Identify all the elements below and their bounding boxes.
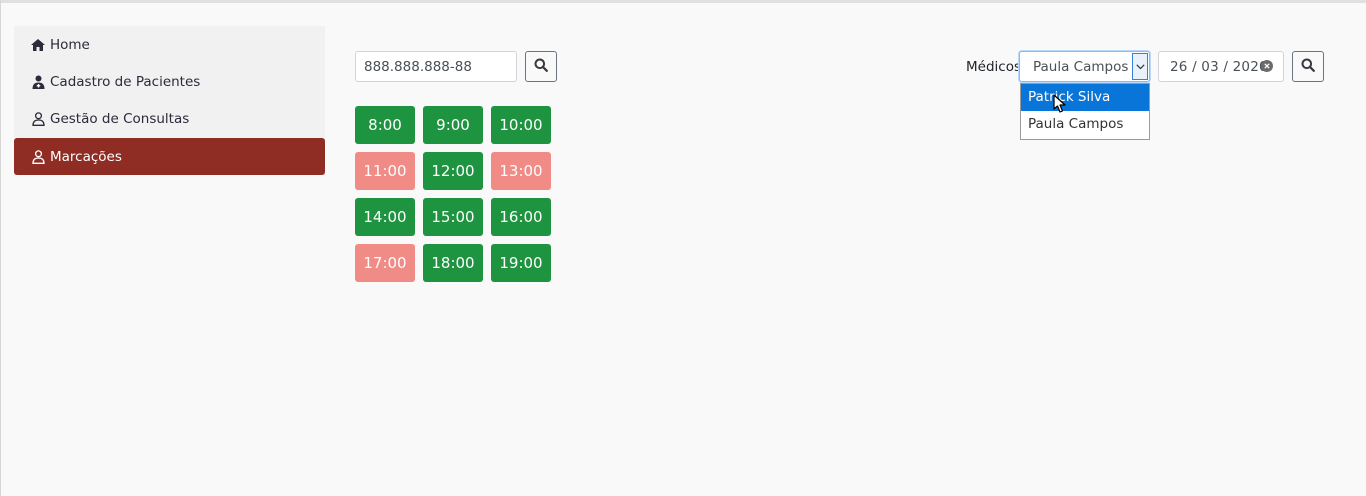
time-slot-button[interactable]: 10:00 (491, 106, 551, 144)
sidebar-item-marcacoes[interactable]: Marcações (14, 138, 325, 175)
chevron-down-icon[interactable] (1132, 53, 1148, 80)
window-top-border (0, 0, 1366, 3)
window-left-border (0, 0, 1, 496)
time-slot-button[interactable]: 17:00 (355, 244, 415, 282)
cpf-search-button[interactable] (525, 51, 557, 82)
cpf-search-input[interactable] (355, 51, 517, 82)
sidebar-item-label: Home (50, 36, 90, 53)
home-icon (30, 37, 46, 53)
time-slot-button[interactable]: 11:00 (355, 152, 415, 190)
date-value: 26 / 03 / 2020 (1170, 59, 1268, 75)
doctor-option[interactable]: Patrick Silva (1021, 84, 1149, 111)
doctor-dropdown-list: Patrick Silva Paula Campos (1020, 83, 1150, 140)
sidebar-item-cadastro-pacientes[interactable]: Cadastro de Pacientes (14, 63, 325, 100)
date-input[interactable]: 26 / 03 / 2020 (1158, 51, 1284, 82)
mouse-cursor-icon (1053, 94, 1066, 113)
user-md-icon (30, 74, 46, 90)
doctor-option[interactable]: Paula Campos (1021, 111, 1149, 138)
doctor-select-value: Paula Campos (1033, 59, 1129, 75)
time-slot-button[interactable]: 14:00 (355, 198, 415, 236)
sidebar-item-label: Marcações (50, 148, 122, 165)
clear-icon[interactable] (1261, 60, 1273, 72)
time-slot-button[interactable]: 8:00 (355, 106, 415, 144)
user-icon (30, 149, 46, 165)
date-search-button[interactable] (1292, 51, 1324, 82)
user-icon (30, 111, 46, 127)
sidebar-item-label: Cadastro de Pacientes (50, 73, 201, 90)
medicos-label: Médicos (966, 59, 1021, 75)
sidebar-item-label: Gestão de Consultas (50, 110, 190, 127)
search-icon (534, 57, 548, 76)
search-icon (1301, 57, 1315, 76)
sidebar-item-home[interactable]: Home (14, 26, 325, 63)
sidebar-item-gestao-consultas[interactable]: Gestão de Consultas (14, 100, 325, 137)
time-slot-button[interactable]: 13:00 (491, 152, 551, 190)
time-slot-button[interactable]: 18:00 (423, 244, 483, 282)
time-slot-button[interactable]: 16:00 (491, 198, 551, 236)
doctor-select[interactable]: Paula Campos (1019, 51, 1150, 82)
time-slot-button[interactable]: 9:00 (423, 106, 483, 144)
time-slot-button[interactable]: 12:00 (423, 152, 483, 190)
time-slot-button[interactable]: 15:00 (423, 198, 483, 236)
time-slot-button[interactable]: 19:00 (491, 244, 551, 282)
